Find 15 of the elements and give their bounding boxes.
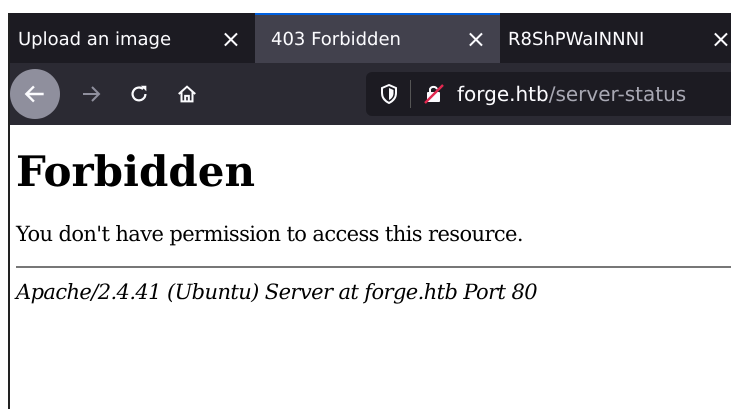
browser-tab[interactable]: 403 Forbidden ×	[255, 13, 500, 63]
close-icon[interactable]: ×	[710, 25, 731, 53]
browser-tab[interactable]: R8ShPWaINNNI ×	[500, 13, 731, 63]
url-text[interactable]: forge.htb/server-status	[457, 82, 686, 106]
home-icon[interactable]	[176, 83, 198, 105]
insecure-lock-icon[interactable]	[423, 83, 445, 105]
page-heading: Forbidden	[16, 147, 256, 196]
shield-icon[interactable]	[380, 84, 398, 104]
browser-tab[interactable]: Upload an image ×	[10, 13, 255, 63]
address-bar[interactable]: forge.htb/server-status	[366, 72, 731, 116]
error-message: You don't have permission to access this resource.	[16, 222, 524, 246]
close-icon[interactable]: ×	[466, 25, 486, 53]
close-icon[interactable]: ×	[220, 25, 241, 53]
back-button[interactable]	[10, 69, 60, 119]
server-signature: Apache/2.4.41 (Ubuntu) Server at forge.htb Port 80	[16, 280, 538, 304]
